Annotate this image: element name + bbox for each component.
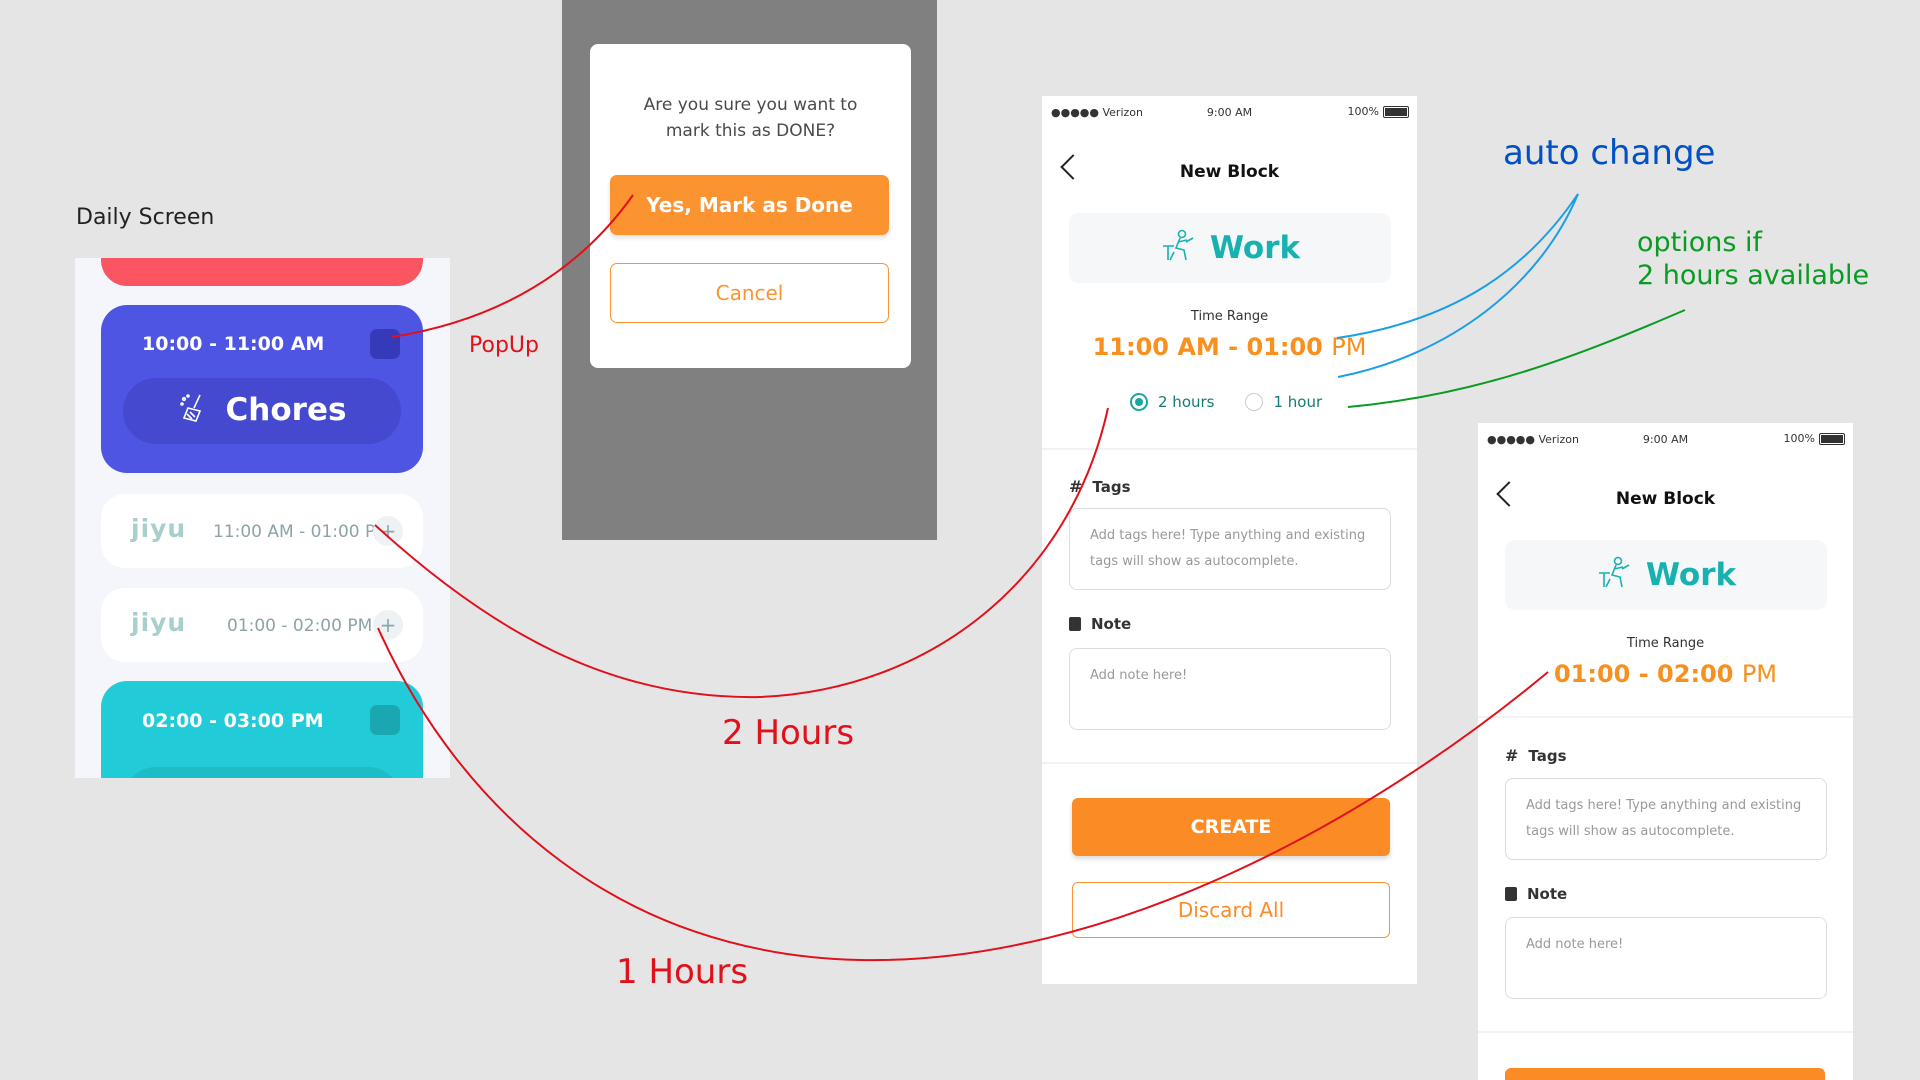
- popup-caption: PopUp: [469, 333, 539, 358]
- two-hours-caption: 2 Hours: [722, 713, 855, 753]
- options-caption: options if 2 hours available: [1637, 227, 1870, 291]
- auto-change-caption: auto change: [1503, 133, 1716, 173]
- one-hours-caption: 1 Hours: [616, 952, 749, 992]
